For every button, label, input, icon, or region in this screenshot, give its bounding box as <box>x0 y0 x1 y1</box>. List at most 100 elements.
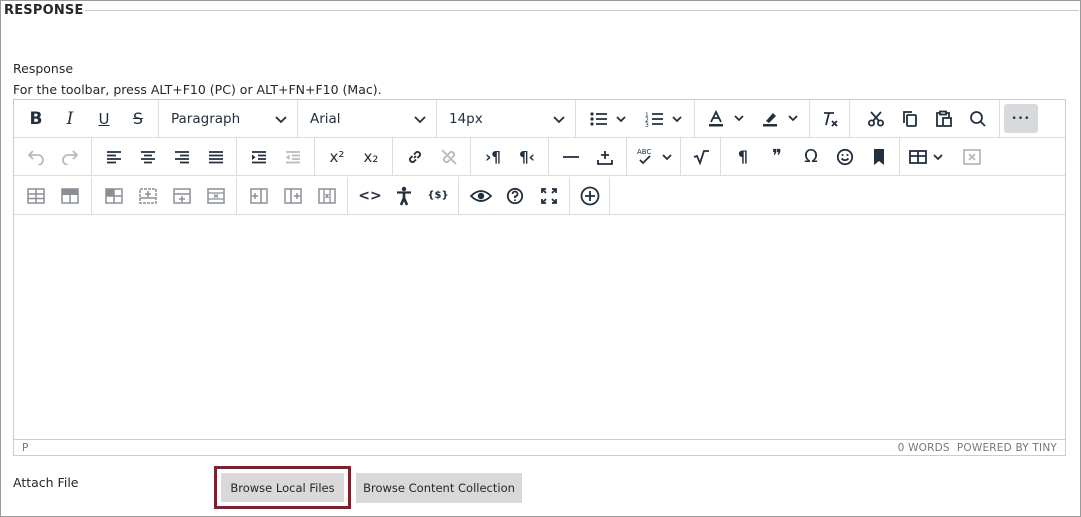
help-icon <box>506 187 524 204</box>
table-group <box>900 138 998 175</box>
unlink-icon <box>441 148 457 165</box>
insert-row-before-icon <box>139 187 157 204</box>
code-group: <> {$} <box>348 177 459 214</box>
direction-group: ›¶ ¶‹ <box>471 138 549 175</box>
highlight-button[interactable] <box>757 104 805 133</box>
table-cell-header-button[interactable] <box>100 181 128 210</box>
italic-button[interactable]: I <box>56 104 84 133</box>
math-group <box>681 138 721 175</box>
underline-button[interactable]: U <box>90 104 118 133</box>
text-color-button[interactable] <box>703 104 751 133</box>
template-button[interactable]: {$} <box>424 181 452 210</box>
format-group: B I U S <box>14 100 159 137</box>
outdent-button[interactable] <box>279 142 307 171</box>
insert-row-before-button[interactable] <box>134 181 162 210</box>
table-row-props-button[interactable] <box>22 181 50 210</box>
link-icon <box>409 150 421 163</box>
unlink-button[interactable] <box>435 142 463 171</box>
font-size-select[interactable]: 14px <box>437 104 575 133</box>
font-family-select[interactable]: Arial <box>298 104 436 133</box>
paste-button[interactable] <box>930 104 958 133</box>
section-legend: RESPONSE <box>4 3 84 18</box>
delete-table-button[interactable] <box>958 142 986 171</box>
redo-button[interactable] <box>56 142 84 171</box>
browse-local-files-button[interactable]: Browse Local Files <box>221 473 344 502</box>
accessibility-icon <box>397 186 411 206</box>
bookmark-button[interactable] <box>865 142 893 171</box>
code-button[interactable]: <> <box>356 181 384 210</box>
delete-col-icon <box>318 187 336 204</box>
numbered-list-icon: 123 <box>645 112 682 127</box>
accessibility-button[interactable] <box>390 181 418 210</box>
link-group <box>393 138 471 175</box>
align-right-button[interactable] <box>168 142 196 171</box>
special-char-button[interactable]: Ω <box>797 142 825 171</box>
spellcheck-button[interactable]: ABC <box>633 142 677 171</box>
more-button[interactable]: ••• <box>1004 104 1038 133</box>
element-path[interactable]: P <box>22 442 28 454</box>
blockquote-button[interactable]: ❞ <box>763 142 791 171</box>
align-center-button[interactable] <box>134 142 162 171</box>
table-button[interactable] <box>906 142 950 171</box>
cut-button[interactable] <box>862 104 890 133</box>
subscript-button[interactable]: x₂ <box>357 142 385 171</box>
clear-format-button[interactable] <box>816 104 844 133</box>
editor-content-area[interactable] <box>14 216 1065 439</box>
insert-col-after-button[interactable] <box>279 181 307 210</box>
math-button[interactable] <box>687 142 715 171</box>
strikethrough-button[interactable]: S <box>124 104 152 133</box>
cut-icon <box>868 110 884 126</box>
table-cell-header-icon <box>105 187 123 204</box>
list-group: 123 <box>576 100 695 137</box>
special-char-icon: Ω <box>804 146 818 167</box>
clipboard-group <box>850 100 1000 137</box>
bold-button[interactable]: B <box>22 104 50 133</box>
spellcheck-icon: ABC <box>637 148 672 164</box>
help-button[interactable] <box>501 181 529 210</box>
undo-button[interactable] <box>22 142 50 171</box>
align-left-button[interactable] <box>100 142 128 171</box>
redo-icon <box>62 149 79 165</box>
outdent-icon <box>286 150 300 163</box>
ltr-button[interactable]: ›¶ <box>479 142 507 171</box>
find-button[interactable] <box>964 104 992 133</box>
emoticon-button[interactable] <box>831 142 859 171</box>
add-content-button[interactable] <box>576 181 604 210</box>
numbered-list-button[interactable]: 123 <box>640 104 690 133</box>
rtl-icon: ¶‹ <box>519 147 535 166</box>
table-cell-props-button[interactable] <box>56 181 84 210</box>
attach-file-label: Attach File <box>13 475 79 490</box>
block-format-select[interactable]: Paragraph <box>159 104 297 133</box>
fullscreen-icon <box>541 187 557 204</box>
preview-button[interactable] <box>467 181 495 210</box>
browse-content-collection-button[interactable]: Browse Content Collection <box>356 473 522 503</box>
nonbreaking-button[interactable] <box>591 142 619 171</box>
link-button[interactable] <box>401 142 429 171</box>
insert-row-after-button[interactable] <box>168 181 196 210</box>
emoticon-icon <box>836 148 854 165</box>
browse-local-files-highlight: Browse Local Files <box>214 466 351 509</box>
toolbar-row-1: B I U S Paragraph Arial 14px 1 2 3 ••• <box>14 100 1065 138</box>
word-count[interactable]: 0 WORDS <box>898 442 950 454</box>
delete-row-button[interactable] <box>202 181 230 210</box>
horizontal-rule-button[interactable] <box>557 142 585 171</box>
ltr-icon: ›¶ <box>485 147 501 166</box>
blockquote-icon: ❞ <box>772 146 782 167</box>
paragraph-mark-button[interactable]: ¶ <box>729 142 757 171</box>
delete-col-button[interactable] <box>313 181 341 210</box>
justify-button[interactable] <box>202 142 230 171</box>
delete-table-icon <box>963 148 981 165</box>
fullscreen-button[interactable] <box>535 181 563 210</box>
insert-col-before-button[interactable] <box>245 181 273 210</box>
align-right-icon <box>175 150 189 163</box>
block-format-value: Paragraph <box>171 110 241 127</box>
more-icon: ••• <box>1011 113 1031 124</box>
rtl-button[interactable]: ¶‹ <box>513 142 541 171</box>
powered-by-link[interactable]: POWERED BY TINY <box>957 442 1057 454</box>
indent-button[interactable] <box>245 142 273 171</box>
bullet-list-button[interactable] <box>584 104 634 133</box>
superscript-button[interactable]: x² <box>323 142 351 171</box>
paragraph-mark-icon: ¶ <box>737 147 749 166</box>
copy-button[interactable] <box>896 104 924 133</box>
toolbar-hint: For the toolbar, press ALT+F10 (PC) or A… <box>13 82 382 97</box>
